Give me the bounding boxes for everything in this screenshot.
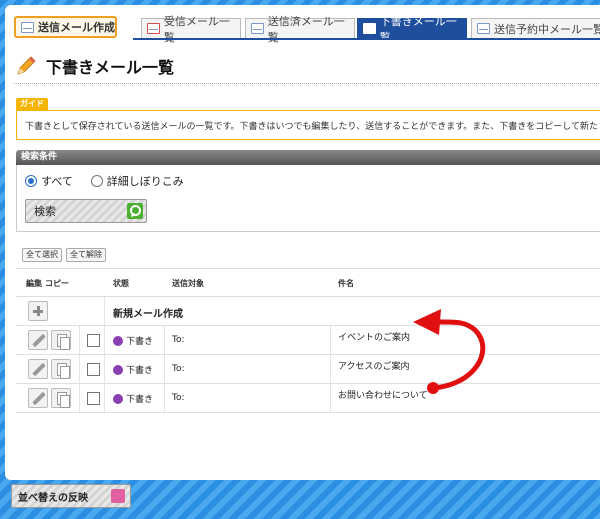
- apply-sort-button[interactable]: 並べ替えの反映: [11, 484, 131, 508]
- reorder-arrow-annotation: [413, 309, 486, 394]
- apply-sort-label: 並べ替えの反映: [18, 492, 88, 504]
- sort-icon: [111, 489, 125, 503]
- main-panel: 送信メール作成 受信メール一覧 送信済メール一覧 下書きメール一覧 送信予約中メ…: [5, 5, 600, 480]
